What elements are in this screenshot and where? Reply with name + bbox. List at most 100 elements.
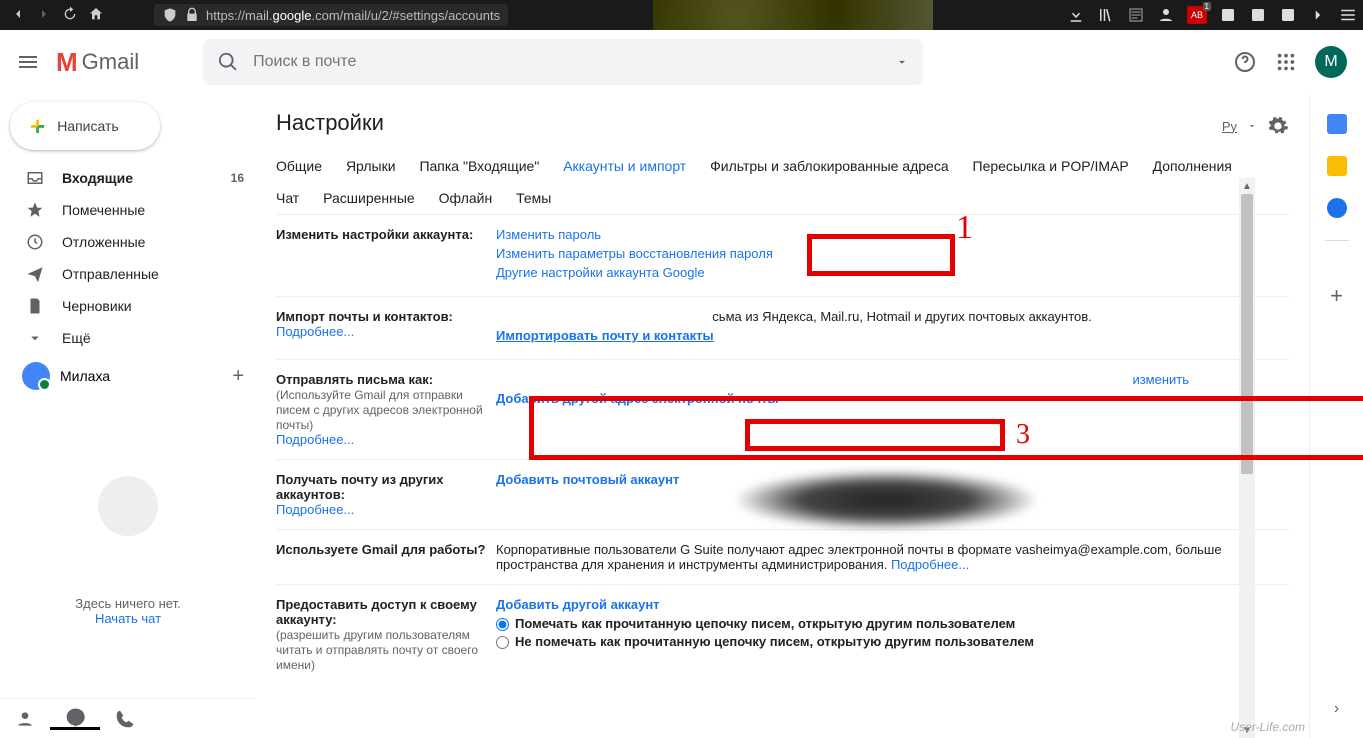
- search-icon: [217, 51, 239, 73]
- section-sendas: Отправлять письма как: (Используйте Gmai…: [276, 359, 1289, 459]
- clock-icon: [26, 233, 44, 251]
- tab-addons[interactable]: Дополнения: [1153, 150, 1232, 182]
- nav-starred[interactable]: Помеченные: [0, 194, 256, 226]
- extension1-icon[interactable]: [1219, 6, 1237, 24]
- annotation-number-1: 1: [956, 209, 973, 247]
- home-icon[interactable]: [88, 6, 104, 25]
- gmail-header: M Gmail M: [0, 30, 1363, 94]
- browser-chrome: https://mail.google.com/mail/u/2/#settin…: [0, 0, 1363, 30]
- tab-accounts[interactable]: Аккаунты и импорт: [563, 150, 686, 182]
- sent-icon: [26, 265, 44, 283]
- addon-sidepanel: + ›: [1309, 94, 1363, 738]
- account-avatar[interactable]: M: [1315, 46, 1347, 78]
- collapse-panel-icon[interactable]: ›: [1334, 700, 1339, 718]
- plus-icon: +: [30, 111, 45, 142]
- tab-themes[interactable]: Темы: [516, 182, 551, 214]
- tasks-icon[interactable]: [1327, 198, 1347, 218]
- search-input[interactable]: [253, 53, 881, 71]
- add-delegate-link[interactable]: Добавить другой аккаунт: [496, 597, 660, 612]
- tab-forwarding[interactable]: Пересылка и POP/IMAP: [973, 150, 1129, 182]
- nav-more[interactable]: Ещё: [0, 322, 256, 354]
- search-options-icon[interactable]: [895, 55, 909, 69]
- extension3-icon[interactable]: [1279, 6, 1297, 24]
- tab-contacts[interactable]: [0, 709, 50, 729]
- tab-chat[interactable]: Чат: [276, 182, 299, 214]
- tab-filters[interactable]: Фильтры и заблокированные адреса: [710, 150, 949, 182]
- calendar-icon[interactable]: [1327, 114, 1347, 134]
- settings-tabs: Общие Ярлыки Папка "Входящие" Аккаунты и…: [276, 150, 1289, 214]
- start-chat-link[interactable]: Начать чат: [20, 611, 236, 626]
- sendas-edit-link[interactable]: изменить: [1132, 372, 1189, 387]
- account-icon[interactable]: [1157, 6, 1175, 24]
- keep-icon[interactable]: [1327, 156, 1347, 176]
- page-title: Настройки: [276, 110, 384, 136]
- reload-icon[interactable]: [62, 6, 78, 25]
- nav-inbox[interactable]: Входящие16: [0, 162, 256, 194]
- tab-advanced[interactable]: Расширенные: [323, 182, 415, 214]
- tab-labels[interactable]: Ярлыки: [346, 150, 396, 182]
- gmail-m-icon: M: [56, 47, 78, 78]
- tab-hangouts[interactable]: [50, 707, 100, 730]
- add-mail-account-link[interactable]: Добавить почтовый аккаунт: [496, 472, 679, 487]
- new-chat-icon[interactable]: +: [232, 365, 244, 388]
- hangouts-placeholder: Здесь ничего нет. Начать чат: [0, 456, 256, 646]
- url-bar[interactable]: https://mail.google.com/mail/u/2/#settin…: [154, 4, 508, 26]
- menu-icon[interactable]: [1339, 6, 1357, 24]
- caret-down-icon[interactable]: [1247, 121, 1257, 131]
- nav-snoozed[interactable]: Отложенные: [0, 226, 256, 258]
- section-grant: Предоставить доступ к своему аккаунту: (…: [276, 584, 1289, 684]
- tab-inbox[interactable]: Папка "Входящие": [419, 150, 539, 182]
- lock-icon: [184, 7, 200, 23]
- extension2-icon[interactable]: [1249, 6, 1267, 24]
- nav-sent[interactable]: Отправленные: [0, 258, 256, 290]
- grant-opt2-radio[interactable]: [496, 636, 509, 649]
- change-password-link[interactable]: Изменить пароль: [496, 227, 601, 242]
- gsuite-learnmore-link[interactable]: Подробнее...: [891, 557, 969, 572]
- getmail-learnmore-link[interactable]: Подробнее...: [276, 502, 354, 517]
- gear-icon[interactable]: [1267, 115, 1289, 137]
- grant-opt1-radio[interactable]: [496, 618, 509, 631]
- get-addons-icon[interactable]: +: [1330, 283, 1343, 309]
- watermark: User-Life.com: [1231, 720, 1305, 734]
- gmail-logo[interactable]: M Gmail: [56, 47, 139, 78]
- file-icon: [26, 297, 44, 315]
- chevron-down-icon: [26, 329, 44, 347]
- compose-button[interactable]: + Написать: [10, 102, 160, 150]
- sidebar: + Написать Входящие16 Помеченные Отложен…: [0, 94, 256, 738]
- import-mail-link[interactable]: Импортировать почту и контакты: [496, 328, 714, 343]
- section-import: Импорт почты и контактов: Подробнее... И…: [276, 296, 1289, 359]
- scroll-up-icon[interactable]: ▲: [1239, 178, 1255, 194]
- section-account: Изменить настройки аккаунта: Изменить па…: [276, 214, 1289, 296]
- user-avatar-icon: [22, 362, 50, 390]
- sidebar-bottom-tabs: [0, 698, 256, 738]
- annotation-number-3: 3: [1016, 419, 1030, 451]
- search-bar[interactable]: [203, 39, 923, 85]
- back-icon[interactable]: [10, 6, 26, 25]
- section-work: Используете Gmail для работы? Корпоратив…: [276, 529, 1289, 584]
- persona-art: [653, 0, 933, 30]
- hangouts-empty-icon: [98, 476, 158, 536]
- input-lang-toggle[interactable]: Ру: [1222, 119, 1237, 134]
- support-icon[interactable]: [1233, 50, 1257, 74]
- change-recovery-link[interactable]: Изменить параметры восстановления пароля: [496, 246, 773, 261]
- adblock-icon[interactable]: AB1: [1187, 6, 1207, 24]
- import-learnmore-link[interactable]: Подробнее...: [276, 324, 354, 339]
- tab-phone[interactable]: [100, 709, 150, 729]
- sidebar-user-chip[interactable]: Милаха +: [0, 356, 256, 396]
- main-menu-icon[interactable]: [16, 50, 40, 74]
- add-address-link[interactable]: Добавить другой адрес электронной почты: [496, 391, 779, 406]
- apps-icon[interactable]: [1275, 51, 1297, 73]
- download-icon[interactable]: [1067, 6, 1085, 24]
- reader-icon[interactable]: [1127, 6, 1145, 24]
- tab-offline[interactable]: Офлайн: [439, 182, 493, 214]
- forward-icon[interactable]: [36, 6, 52, 25]
- nav-drafts[interactable]: Черновики: [0, 290, 256, 322]
- tab-general[interactable]: Общие: [276, 150, 322, 182]
- inbox-icon: [26, 169, 44, 187]
- main-scrollbar[interactable]: ▲ ▼: [1239, 194, 1255, 738]
- overflow-icon[interactable]: [1309, 6, 1327, 24]
- library-icon[interactable]: [1097, 6, 1115, 24]
- scroll-thumb[interactable]: [1241, 194, 1253, 474]
- other-settings-link[interactable]: Другие настройки аккаунта Google: [496, 265, 705, 280]
- sendas-learnmore-link[interactable]: Подробнее...: [276, 432, 354, 447]
